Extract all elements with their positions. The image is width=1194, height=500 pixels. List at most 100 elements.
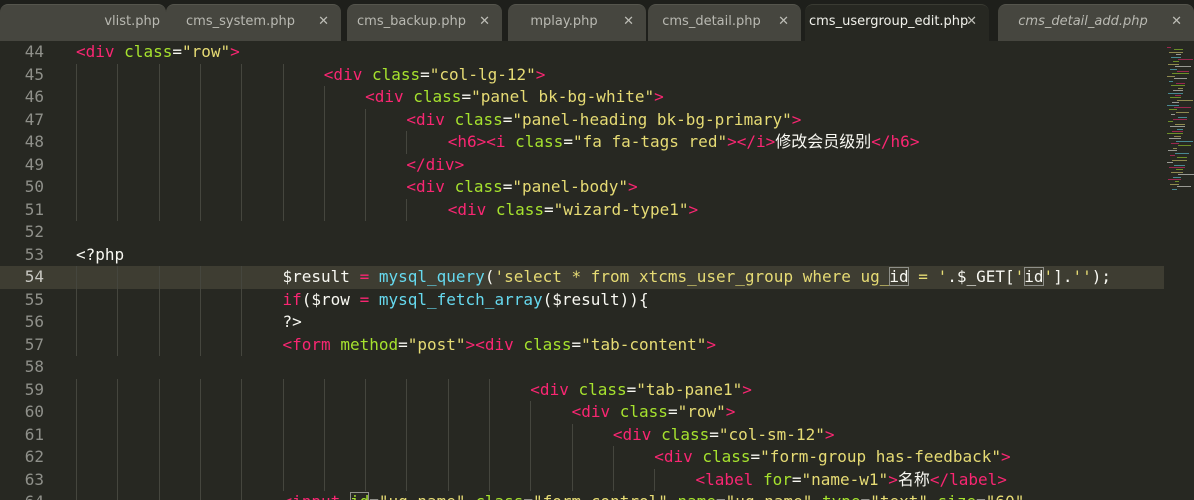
line-number: 44 (24, 42, 44, 61)
indent-guide (282, 153, 284, 176)
code-text: = (544, 199, 554, 219)
code-line[interactable]: 46 <div class="panel bk-bg-white"> (0, 86, 1164, 109)
code-line[interactable]: 50 <div class="panel-body"> (0, 176, 1164, 199)
code-line[interactable]: 52 (0, 221, 1164, 244)
indent-guide (282, 468, 284, 491)
code-area[interactable]: 44 <div class="row"> 45 <div class="col-lg-… (0, 41, 1164, 500)
code-text: = (420, 64, 430, 84)
code-line[interactable]: 61 <div class="col-sm-12"> (0, 423, 1164, 446)
minimap-line (1176, 140, 1193, 142)
indent-guide (117, 491, 119, 500)
tab-close-icon[interactable]: ✕ (966, 5, 977, 39)
code-tag: > (476, 132, 487, 151)
code-text: = (502, 109, 513, 129)
code-attribute: class (515, 132, 564, 151)
indent-guide (612, 446, 614, 469)
code-string: "panel-heading bk-bg-primary" (512, 109, 792, 129)
indent-guide (199, 491, 201, 500)
indent-guide (241, 446, 243, 469)
code-attribute: class (475, 492, 523, 500)
code-line[interactable]: 53 <?php (0, 244, 1164, 267)
code-string: "row" (677, 402, 726, 421)
indent-guide (447, 468, 449, 491)
code-attribute: class (495, 199, 545, 219)
line-content: <div class="panel bk-bg-white"> (365, 86, 664, 109)
minimap-line (1169, 138, 1181, 140)
tab-close-icon[interactable]: ✕ (623, 5, 634, 39)
indent-guide (76, 491, 77, 500)
tab-close-icon[interactable]: ✕ (479, 5, 490, 39)
indent-guide (158, 333, 160, 356)
code-attribute: class (124, 42, 173, 61)
code-line[interactable]: 49 </div> (0, 153, 1164, 176)
code-line[interactable]: 57 <form method="post"><div class="tab-co… (0, 333, 1164, 356)
tab-4[interactable]: cms_detail.php ✕ (648, 4, 801, 41)
code-line[interactable]: 45 <div class="col-lg-12"> (0, 63, 1164, 86)
code-text: = (398, 334, 408, 354)
indent-guide (365, 198, 367, 221)
tab-close-icon[interactable]: ✕ (778, 5, 789, 39)
code-line[interactable]: 55 if($row = mysql_fetch_array($result)){ (0, 288, 1164, 311)
code-match-highlight: id (889, 267, 909, 286)
minimap-line (1173, 147, 1177, 149)
indent-guide (282, 176, 284, 199)
tab-close-icon[interactable]: ✕ (318, 5, 329, 39)
code-line[interactable]: 47 <div class="panel-heading bk-bg-primar… (0, 108, 1164, 131)
code-line[interactable]: 58 (0, 356, 1164, 379)
line-number: 52 (24, 222, 44, 241)
code-line[interactable]: 64<input id="ug_name" class="form-contro… (0, 491, 1164, 500)
code-attribute: size (938, 492, 977, 500)
indent-guide (158, 153, 160, 176)
indent-guide (158, 401, 160, 424)
tab-label: cms_detail_add.php (1018, 14, 1148, 29)
minimap-line (1169, 51, 1183, 53)
tabs: vlist.php cms_system.php ✕ cms_backup.php ✕ m… (0, 0, 1194, 41)
code-tag: </i (736, 132, 766, 151)
code-string: "fa fa-tags red" (572, 132, 728, 151)
minimap-line (1171, 56, 1181, 58)
tab-5[interactable]: cms_usergroup_edit.php ✕ (805, 4, 989, 41)
tab-6[interactable]: cms_detail_add.php ✕ (998, 4, 1194, 41)
minimap-line (1170, 155, 1175, 156)
indent-guide (282, 378, 284, 401)
tab-0[interactable]: vlist.php (0, 4, 166, 41)
minimap-line (1171, 171, 1183, 173)
code-line[interactable]: 62 <div class="form-group has-feedback"> (0, 446, 1164, 469)
code-line[interactable]: 63 <label for="name-w1">名称</label> (0, 468, 1164, 491)
line-number: 51 (24, 199, 44, 219)
indent-guide (241, 131, 243, 154)
code-line[interactable]: 51 <div class="wizard-type1"> (0, 198, 1164, 221)
code-text: = (172, 42, 182, 61)
code-line[interactable]: 60 <div class="row"> (0, 401, 1164, 424)
code-tag: <div (406, 109, 445, 129)
line-number: 56 (24, 312, 44, 331)
indent-guide (76, 288, 77, 311)
tab-close-icon[interactable]: ✕ (1171, 5, 1182, 39)
indent-guide (76, 63, 77, 86)
code-attribute: class (413, 87, 462, 106)
code-attribute: class (454, 109, 503, 129)
code-tag: </h6 (871, 132, 910, 151)
line-number: 50 (24, 177, 44, 196)
tab-3[interactable]: mplay.php ✕ (508, 4, 646, 41)
code-line[interactable]: 59 <div class="tab-pane1"> (0, 378, 1164, 401)
code-line[interactable]: 44 <div class="row"> (0, 41, 1164, 64)
minimap-line (1168, 150, 1177, 152)
indent-guide (76, 108, 77, 131)
indent-guide (530, 446, 532, 469)
tab-1[interactable]: cms_system.php ✕ (166, 4, 341, 41)
tab-2[interactable]: cms_backup.php ✕ (347, 4, 502, 41)
indent-guide (117, 333, 119, 356)
minimap-line (1178, 59, 1193, 60)
indent-guide (241, 423, 243, 446)
minimap[interactable] (1164, 41, 1194, 500)
code-line[interactable]: 54 $result = mysql_query('select * from x… (0, 266, 1164, 289)
code-line[interactable]: 48 <h6><i class="fa fa-tags red"></i>修改会员… (0, 131, 1164, 154)
code-line[interactable]: 56 ?> (0, 311, 1164, 334)
line-number: 46 (24, 87, 44, 106)
